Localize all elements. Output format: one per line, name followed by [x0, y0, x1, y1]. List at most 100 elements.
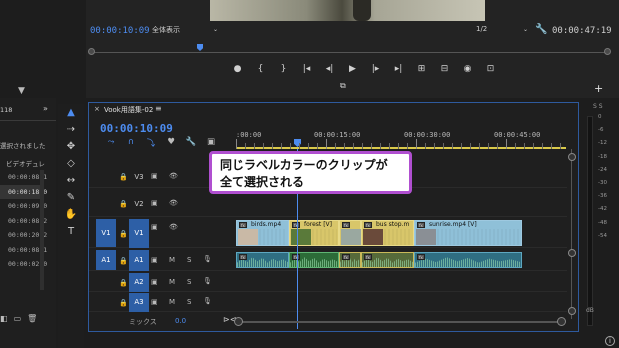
- insert-icon[interactable]: ⊞: [410, 64, 433, 78]
- lock-icon[interactable]: 🔒: [119, 279, 128, 287]
- scrub-end-handle[interactable]: [604, 48, 611, 55]
- sync-lock-icon[interactable]: ▣: [151, 298, 158, 306]
- eye-icon[interactable]: 👁: [169, 172, 178, 180]
- panel-menu-icon[interactable]: ≡: [155, 104, 162, 113]
- panel-overflow-icon[interactable]: »: [43, 104, 48, 113]
- trash-icon[interactable]: 🗑: [27, 314, 37, 323]
- wrench-icon[interactable]: 🔧: [535, 24, 547, 35]
- work-area-bar[interactable]: [236, 147, 566, 149]
- mute-button[interactable]: M: [169, 278, 175, 286]
- sync-lock-icon[interactable]: ▣: [151, 256, 158, 264]
- lock-icon[interactable]: 🔒: [119, 173, 128, 181]
- lock-icon[interactable]: 🔒: [119, 299, 128, 307]
- lock-icon[interactable]: 🔒: [119, 230, 128, 238]
- audio-clip[interactable]: fx: [236, 252, 289, 268]
- close-icon[interactable]: ×: [94, 105, 100, 113]
- timeline-settings-icon[interactable]: 🔧: [181, 137, 201, 149]
- list-item[interactable]: 00:00:09:0: [0, 199, 47, 214]
- sequence-tab[interactable]: Vook用語集-02: [104, 105, 153, 115]
- scroll-end-handle[interactable]: [557, 317, 566, 326]
- captions-icon[interactable]: ▣: [201, 137, 221, 149]
- solo-button[interactable]: S: [187, 256, 191, 264]
- scroll-mid-handle[interactable]: [568, 249, 576, 257]
- time-ruler[interactable]: :00:00 00:00:15:00 00:00:30:00 00:00:45:00: [236, 123, 566, 149]
- lock-icon[interactable]: 🔒: [119, 200, 128, 208]
- source-patch-v1[interactable]: V1: [96, 219, 116, 247]
- audio-clip[interactable]: fx: [414, 252, 522, 268]
- selection-tool-icon[interactable]: ▲: [58, 104, 84, 121]
- track-name[interactable]: A3: [129, 293, 149, 312]
- ripple-edit-icon[interactable]: ✥: [58, 138, 84, 155]
- in-point-icon[interactable]: {: [249, 64, 272, 78]
- goto-in-icon[interactable]: |◂: [295, 64, 318, 78]
- nest-sequence-icon[interactable]: ⤳: [101, 137, 121, 149]
- playback-resolution-select[interactable]: 1/2 ⌄: [476, 25, 528, 37]
- track-name[interactable]: V2: [129, 200, 149, 208]
- video-clip[interactable]: fx birds.mp4: [236, 220, 289, 246]
- timeline-vertical-scrollbar[interactable]: [568, 149, 576, 329]
- type-icon[interactable]: T: [58, 223, 84, 240]
- scroll-bottom-handle[interactable]: [568, 307, 576, 315]
- microphone-icon[interactable]: 🎙: [203, 255, 212, 263]
- track-lane[interactable]: [236, 293, 566, 311]
- project-tab-label[interactable]: 118: [0, 106, 12, 114]
- audio-clip[interactable]: fx: [361, 252, 414, 268]
- mute-button[interactable]: M: [169, 298, 175, 306]
- video-clip[interactable]: fx sunrise.mp4 [V]: [414, 220, 522, 246]
- list-item[interactable]: 00:00:20:2: [0, 228, 47, 243]
- add-marker-icon[interactable]: ♥: [161, 137, 181, 149]
- lock-icon[interactable]: 🔒: [119, 257, 128, 265]
- info-icon[interactable]: i: [605, 336, 615, 346]
- compare-view-icon[interactable]: ⧉: [340, 81, 346, 91]
- goto-out-icon[interactable]: ▸|: [387, 64, 410, 78]
- scroll-start-handle[interactable]: [234, 317, 243, 326]
- video-clip[interactable]: fx bus stop.m: [361, 220, 414, 246]
- solo-button[interactable]: S: [187, 278, 191, 286]
- eye-icon[interactable]: 👁: [169, 199, 178, 207]
- new-item-icon[interactable]: ▭: [14, 314, 22, 323]
- razor-icon[interactable]: ◇: [58, 155, 84, 172]
- overwrite-icon[interactable]: ⊟: [433, 64, 456, 78]
- column-header-duration[interactable]: ビデオデュレ: [6, 158, 45, 168]
- zoom-fit-select[interactable]: 全体表示 ⌄: [152, 25, 220, 37]
- track-lane[interactable]: [236, 273, 566, 291]
- hand-icon[interactable]: ✋: [58, 206, 84, 223]
- track-select-icon[interactable]: ⇢: [58, 121, 84, 138]
- sync-lock-icon[interactable]: ▣: [151, 278, 158, 286]
- step-forward-icon[interactable]: |▸: [364, 64, 387, 78]
- source-patch-a1[interactable]: A1: [96, 250, 116, 270]
- list-item[interactable]: 00:00:08:1: [0, 170, 47, 185]
- list-item[interactable]: 00:00:08:2: [0, 214, 47, 229]
- audio-clip[interactable]: fx: [339, 252, 361, 268]
- filter-icon[interactable]: ▼: [18, 86, 25, 96]
- track-name[interactable]: A2: [129, 273, 149, 292]
- mute-button[interactable]: M: [169, 256, 175, 264]
- track-name[interactable]: V3: [129, 173, 149, 181]
- scrub-start-handle[interactable]: [88, 48, 95, 55]
- monitor-current-timecode[interactable]: 00:00:10:09: [90, 26, 150, 36]
- timeline-horizontal-scrollbar[interactable]: [234, 317, 566, 327]
- monitor-scrub-bar[interactable]: [88, 44, 611, 58]
- track-lane[interactable]: fx fx fx fx fx: [236, 250, 566, 270]
- solo-button[interactable]: S: [187, 298, 191, 306]
- track-name[interactable]: A1: [129, 250, 149, 271]
- button-editor-icon[interactable]: ⊡: [479, 64, 502, 78]
- export-frame-icon[interactable]: ◉: [456, 64, 479, 78]
- sync-lock-icon[interactable]: ▣: [151, 172, 158, 180]
- mix-value[interactable]: 0.0: [175, 317, 186, 325]
- sync-lock-icon[interactable]: ▣: [151, 223, 158, 231]
- video-clip[interactable]: fx: [339, 220, 361, 246]
- list-item[interactable]: 00:00:02:0: [0, 257, 47, 272]
- snap-icon[interactable]: ∩: [121, 137, 141, 149]
- timeline-timecode[interactable]: 00:00:10:09: [100, 122, 173, 135]
- scroll-top-handle[interactable]: [568, 153, 576, 161]
- microphone-icon[interactable]: 🎙: [203, 277, 212, 285]
- list-item[interactable]: 00:00:08:1: [0, 243, 47, 258]
- microphone-icon[interactable]: 🎙: [203, 297, 212, 305]
- play-icon[interactable]: ▶: [341, 64, 364, 78]
- track-lane[interactable]: [236, 193, 566, 216]
- track-lane[interactable]: fx birds.mp4 fx forest [V] fx fx bus stop.m fx s…: [236, 219, 566, 247]
- slip-icon[interactable]: ↔: [58, 172, 84, 189]
- step-back-icon[interactable]: ◂|: [318, 64, 341, 78]
- sync-lock-icon[interactable]: ▣: [151, 199, 158, 207]
